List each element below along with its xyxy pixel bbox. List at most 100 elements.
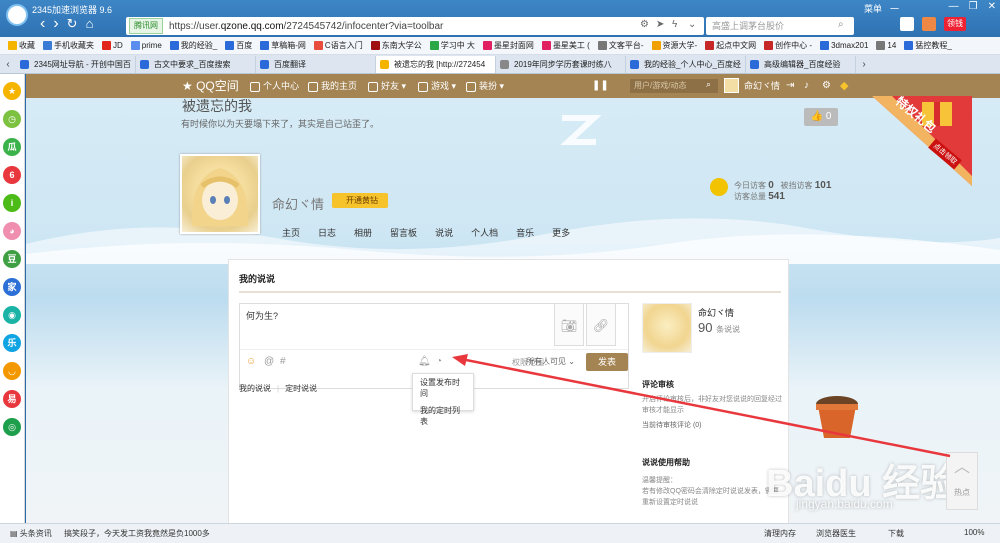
bookmark-item[interactable]: 学习中 大: [429, 40, 475, 51]
circle-app-icon[interactable]: ◎: [3, 418, 21, 436]
logout-icon[interactable]: ⇥: [786, 74, 794, 98]
review-pending[interactable]: 当前待审核评论 (0): [642, 420, 782, 431]
bell-icon[interactable]: 🔔︎: [418, 356, 431, 368]
bookmark-item[interactable]: 资源大学-: [651, 40, 697, 51]
subnav-item[interactable]: 个人档: [471, 226, 498, 239]
bookmark-item[interactable]: 起点中文网: [705, 40, 756, 51]
diamond-icon[interactable]: ◆: [840, 74, 848, 98]
help-title[interactable]: 说说使用帮助: [642, 457, 690, 468]
bookmark-item[interactable]: 猛控教程_: [904, 40, 952, 51]
subnav-item[interactable]: 说说: [435, 226, 453, 239]
tab-my-shuoshuo[interactable]: 我的说说: [239, 384, 271, 393]
minimize-icon[interactable]: —: [949, 1, 959, 12]
url-text[interactable]: https://user.qzone.qq.com/2724545742/inf…: [169, 21, 443, 32]
tab-scroll-right-icon[interactable]: ›: [856, 56, 872, 73]
browser-search-input[interactable]: 高盛上调茅台股价: [706, 17, 854, 35]
timer-icon[interactable]: ◔: [436, 356, 448, 368]
bookmark-item[interactable]: 收藏: [8, 40, 35, 51]
pause-icon[interactable]: ❚❚: [592, 74, 609, 98]
home-icon[interactable]: ⌂: [86, 14, 94, 34]
at-icon[interactable]: @: [264, 356, 276, 368]
bookmark-item[interactable]: 14: [876, 41, 896, 50]
hashtag-icon[interactable]: #: [280, 356, 292, 368]
clean-memory-button[interactable]: 清理内存: [764, 528, 796, 539]
back-to-top-button[interactable]: ︿ 热点: [946, 452, 978, 510]
link-icon[interactable]: 🔗︎: [586, 303, 616, 346]
nav-decorate[interactable]: 装扮 ▾: [466, 74, 504, 98]
rocket-icon[interactable]: ➤: [656, 19, 668, 31]
grid-icon[interactable]: [900, 17, 914, 31]
iqiyi-icon[interactable]: i: [3, 194, 21, 212]
bookmark-item[interactable]: C语言入门: [313, 40, 363, 51]
clock-icon[interactable]: ◷: [3, 110, 21, 128]
home-app-icon[interactable]: 家: [3, 278, 21, 296]
side-avatar[interactable]: [642, 303, 692, 353]
extension-icon[interactable]: [922, 17, 936, 31]
chat-icon[interactable]: ◡: [3, 362, 21, 380]
chevron-down-icon[interactable]: ⌄: [688, 19, 700, 31]
subnav-item[interactable]: 留言板: [390, 226, 417, 239]
subnav-item[interactable]: 主页: [282, 226, 300, 239]
back-icon[interactable]: ‹: [40, 14, 45, 34]
camera-icon[interactable]: 📷︎: [554, 303, 584, 346]
gear-icon[interactable]: ⚙: [822, 74, 831, 98]
post-button[interactable]: 发表: [586, 353, 628, 371]
side-username[interactable]: 命幻ヾ情: [698, 306, 734, 319]
my-scheduled-list-item[interactable]: 我的定时列表: [413, 402, 473, 430]
bookmark-item[interactable]: 3dmax201: [820, 41, 868, 50]
qzone-logo[interactable]: ★ QQ空间: [182, 74, 239, 98]
refresh-icon[interactable]: ↻: [67, 14, 78, 34]
subnav-item[interactable]: 相册: [354, 226, 372, 239]
bookmark-item[interactable]: JD: [102, 41, 123, 50]
maximize-icon[interactable]: ❐: [969, 1, 978, 12]
coin-button[interactable]: 领钱: [944, 17, 966, 31]
qzone-search-input[interactable]: 用户/游戏/动态: [630, 79, 718, 93]
minimize-label[interactable]: 一: [890, 2, 899, 15]
browser-doctor-button[interactable]: 浏览器医生: [816, 528, 856, 539]
bookmark-item[interactable]: prime: [130, 41, 162, 50]
news-ticker[interactable]: 搞笑段子，今天发工资我竟然是负1000多: [64, 528, 210, 539]
nav-personal-center[interactable]: 个人中心: [250, 74, 299, 98]
gear-icon[interactable]: ⚙: [640, 19, 652, 31]
douban-icon[interactable]: 豆: [3, 250, 21, 268]
gift-pack-banner[interactable]: 特权礼包 点击领取: [852, 94, 972, 196]
open-vip-button[interactable]: 开通黄钻: [332, 193, 388, 208]
subnav-item[interactable]: 日志: [318, 226, 336, 239]
tab-scroll-left-icon[interactable]: ‹: [0, 56, 16, 73]
bookmark-item[interactable]: 东南大学公: [370, 40, 422, 51]
nav-games[interactable]: 游戏 ▾: [418, 74, 456, 98]
star-icon[interactable]: ★: [3, 82, 21, 100]
pig-icon[interactable]: ◕: [3, 222, 21, 240]
browser-tab[interactable]: 古文中要求_百度搜索: [136, 56, 256, 73]
search-icon[interactable]: ⌕: [706, 79, 711, 90]
bookmark-item[interactable]: 手机收藏夹: [43, 40, 94, 51]
avatar-small[interactable]: [724, 78, 739, 93]
le-icon[interactable]: 乐: [3, 334, 21, 352]
bookmark-item[interactable]: 我的经验_: [169, 40, 217, 51]
bookmark-item[interactable]: 创作中心 -: [764, 40, 812, 51]
like-button[interactable]: 👍 0: [804, 108, 838, 126]
forward-icon[interactable]: ›: [53, 14, 58, 34]
browser-tab[interactable]: 2345网址导航 - 开创中国百: [16, 56, 136, 73]
easy-icon[interactable]: 易: [3, 390, 21, 408]
flower-pot-icon[interactable]: [814, 394, 860, 442]
nav-username[interactable]: 命幻ヾ情: [744, 74, 780, 98]
nav-my-home[interactable]: 我的主页: [308, 74, 357, 98]
address-bar[interactable]: 腾讯网 https://user.qzone.qq.com/2724545742…: [126, 17, 704, 35]
browser-tab[interactable]: 我的经验_个人中心_百度经: [626, 56, 746, 73]
bookmark-item[interactable]: 百度: [225, 40, 252, 51]
subnav-item[interactable]: 音乐: [516, 226, 534, 239]
zoom-level[interactable]: 100%: [964, 528, 984, 537]
melon-icon[interactable]: 瓜: [3, 138, 21, 156]
editor-text[interactable]: 何为生?: [246, 309, 278, 322]
bookmark-item[interactable]: 草稿箱-网: [260, 40, 306, 51]
bell-icon[interactable]: ♪: [804, 74, 809, 98]
set-publish-time-item[interactable]: 设置发布时间: [413, 374, 473, 402]
nav-friends[interactable]: 好友 ▾: [368, 74, 406, 98]
browser-tab[interactable]: 2019年同步学历套课时练八: [496, 56, 626, 73]
browser-tab[interactable]: 被遗忘的我 [http://272454: [376, 56, 496, 73]
close-icon[interactable]: ✕: [988, 1, 996, 12]
bookmark-item[interactable]: 墨星美工 (: [541, 40, 590, 51]
download-button[interactable]: 下载: [888, 528, 904, 539]
permission-select[interactable]: 所有人可见 ⌄: [526, 355, 584, 369]
